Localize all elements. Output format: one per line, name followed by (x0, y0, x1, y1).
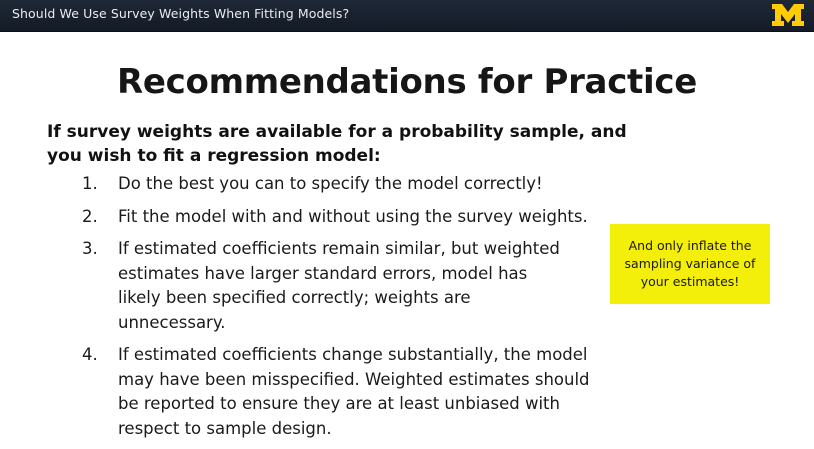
slide-title: Recommendations for Practice (117, 62, 697, 102)
list-item: 4. If estimated coefficients change subs… (82, 343, 612, 441)
header-bar: Should We Use Survey Weights When Fittin… (0, 0, 814, 32)
intro-text: If survey weights are available for a pr… (47, 122, 627, 166)
item-text: Do the best you can to specify the model… (118, 174, 543, 193)
item-text: If estimated coefficients change substan… (118, 345, 590, 438)
header-title: Should We Use Survey Weights When Fittin… (12, 6, 350, 21)
item-text: Fit the model with and without using the… (118, 206, 588, 226)
recommendations-list: 1. Do the best you can to specify the mo… (82, 172, 642, 449)
item-text: If estimated coefficients remain similar… (118, 239, 560, 332)
item-number: 1. (82, 174, 98, 193)
item-number: 4. (82, 345, 98, 364)
item-number: 2. (82, 206, 98, 226)
list-item: 2. Fit the model with and without using … (82, 205, 642, 230)
list-item: 1. Do the best you can to specify the mo… (82, 172, 642, 197)
callout-box: And only inflate the sampling variance o… (610, 224, 770, 304)
item-number: 3. (82, 239, 98, 258)
callout-text: And only inflate the sampling variance o… (624, 238, 756, 289)
university-michigan-logo (772, 4, 804, 26)
list-item: 3. If estimated coefficients remain simi… (82, 237, 562, 335)
